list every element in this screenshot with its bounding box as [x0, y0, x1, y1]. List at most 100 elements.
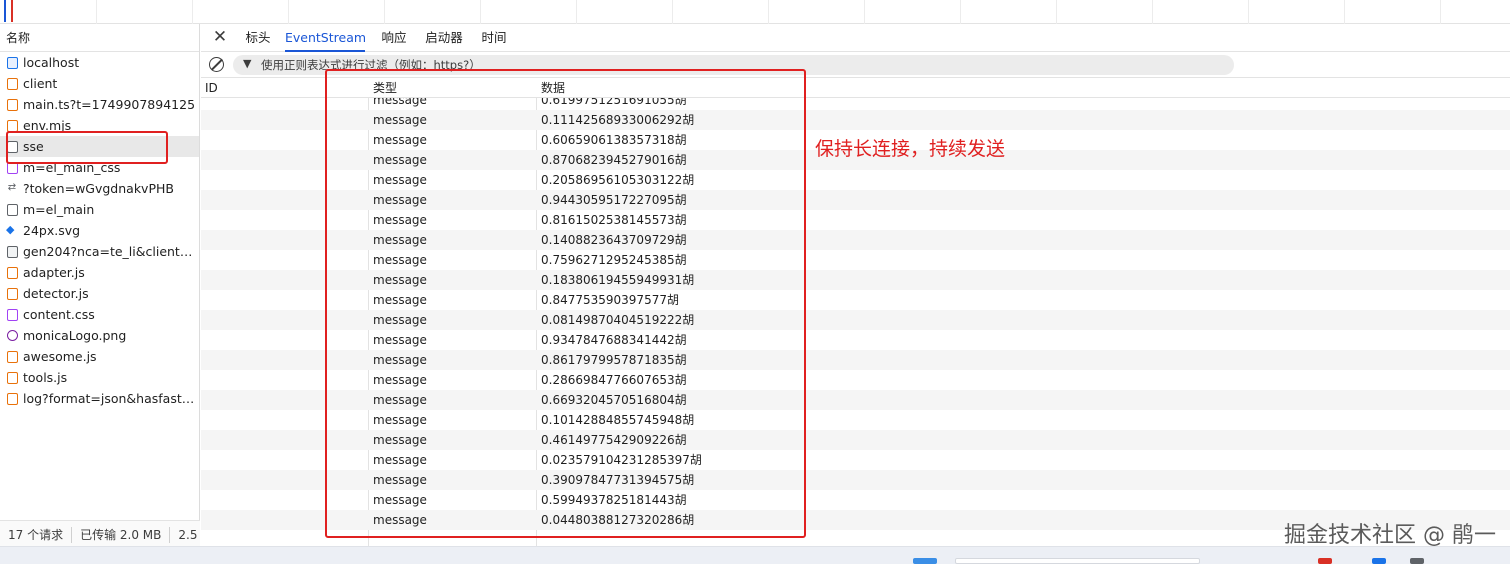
request-row[interactable]: m=el_main_css [0, 157, 199, 178]
event-row[interactable]: message 0.18380619455949931胡 [201, 270, 1510, 290]
event-row[interactable]: message 0.023579104231285397胡 [201, 450, 1510, 470]
filter-box[interactable]: ▼ [233, 55, 1234, 75]
event-data-cell: 0.6693204570516804胡 [541, 393, 687, 407]
request-row[interactable]: sse [0, 136, 199, 157]
tab-headers[interactable]: 标头 [241, 24, 275, 52]
request-name: m=el_main_css [23, 160, 121, 175]
clear-icon[interactable] [209, 57, 224, 72]
table-header: ID 类型 数据 [201, 78, 1510, 98]
request-name: log?format=json&hasfast=t... [23, 391, 199, 406]
tab-initiator[interactable]: 启动器 [421, 24, 467, 52]
event-type-cell: message [373, 493, 427, 507]
event-row[interactable]: message 0.6693204570516804胡 [201, 390, 1510, 410]
request-name: env.mjs [23, 118, 72, 133]
request-detail-panel: ✕ 标头 EventStream 响应 启动器 时间 ▼ message0.61… [201, 24, 1510, 546]
event-row[interactable]: message 0.5994937825181443胡 [201, 490, 1510, 510]
event-type-cell: message [373, 373, 427, 387]
request-row[interactable]: monicaLogo.png [0, 325, 199, 346]
event-type-cell: message [373, 313, 427, 327]
tab-eventstream[interactable]: EventStream [285, 24, 366, 52]
request-row[interactable]: awesome.js [0, 346, 199, 367]
taskbar-search-box[interactable] [955, 558, 1200, 564]
request-row[interactable]: ⇄ ?token=wGvgdnakvPHB [0, 178, 199, 199]
request-name: detector.js [23, 286, 89, 301]
event-data-cell: 0.023579104231285397胡 [541, 453, 702, 467]
tab-response[interactable]: 响应 [377, 24, 411, 52]
name-column-header[interactable]: 名称 [0, 24, 199, 52]
request-row[interactable]: detector.js [0, 283, 199, 304]
script-icon [7, 267, 18, 279]
request-row[interactable]: localhost [0, 52, 199, 73]
request-row[interactable]: tools.js [0, 367, 199, 388]
svg-image-icon: ◆ [6, 223, 15, 236]
timeline-grid-line [480, 0, 481, 24]
timeline-grid-line [288, 0, 289, 24]
event-data-cell: 0.11142568933006292胡 [541, 113, 695, 127]
timeline-grid-line [960, 0, 961, 24]
event-type-cell: message [373, 153, 427, 167]
event-type-cell: message [373, 453, 427, 467]
app-icon[interactable] [1318, 558, 1332, 564]
transferred-size: 已传输 2.0 MB [72, 526, 171, 543]
event-row[interactable]: message 0.08149870404519222胡 [201, 310, 1510, 330]
event-row[interactable]: message 0.8617979957871835胡 [201, 350, 1510, 370]
event-type-cell: message [373, 113, 427, 127]
tab-timing[interactable]: 时间 [477, 24, 511, 52]
event-row[interactable]: message 0.2866984776607653胡 [201, 370, 1510, 390]
dom-content-loaded-marker [4, 0, 6, 22]
request-row[interactable]: adapter.js [0, 262, 199, 283]
event-row[interactable]: message 0.9443059517227095胡 [201, 190, 1510, 210]
column-header-id[interactable]: ID [201, 78, 218, 98]
event-row[interactable]: message 0.4614977542909226胡 [201, 430, 1510, 450]
event-row[interactable]: message 0.7596271295245385胡 [201, 250, 1510, 270]
event-type-cell: message [373, 473, 427, 487]
request-name: content.css [23, 307, 95, 322]
network-summary-bar: 17 个请求 已传输 2.0 MB 2.5 [0, 520, 200, 546]
filter-funnel-icon: ▼ [243, 57, 252, 70]
request-row[interactable]: gen204?nca=te_li&client=t... [0, 241, 199, 262]
script-icon [7, 120, 18, 132]
request-row[interactable]: content.css [0, 304, 199, 325]
event-data-cell: 0.08149870404519222胡 [541, 313, 695, 327]
network-timeline-overview[interactable] [0, 0, 1510, 24]
event-data-cell: 0.8161502538145573胡 [541, 213, 687, 227]
app-icon[interactable] [1410, 558, 1424, 564]
event-row[interactable]: message 0.1408823643709729胡 [201, 230, 1510, 250]
event-data-cell: 0.9347847688341442胡 [541, 333, 687, 347]
event-data-cell: 0.5994937825181443胡 [541, 493, 687, 507]
app-icon[interactable] [1372, 558, 1386, 564]
watermark: 掘金技术社区 @ 鹃一 [1284, 523, 1496, 548]
event-row[interactable]: message 0.39097847731394575胡 [201, 470, 1510, 490]
request-row[interactable]: env.mjs [0, 115, 199, 136]
event-row[interactable]: message 0.20586956105303122胡 [201, 170, 1510, 190]
request-row[interactable]: client [0, 73, 199, 94]
event-data-cell: 0.4614977542909226胡 [541, 433, 687, 447]
filter-input[interactable] [261, 56, 1221, 74]
request-row[interactable]: main.ts?t=1749907894125 [0, 94, 199, 115]
request-row[interactable]: ◆ 24px.svg [0, 220, 199, 241]
request-name: awesome.js [23, 349, 97, 364]
event-row[interactable]: message 0.10142884855745948胡 [201, 410, 1510, 430]
script-icon [7, 393, 18, 405]
column-header-type[interactable]: 类型 [369, 78, 397, 98]
event-data-cell: 0.39097847731394575胡 [541, 473, 695, 487]
event-row[interactable]: message 0.8161502538145573胡 [201, 210, 1510, 230]
script-icon [7, 288, 18, 300]
event-data-cell: 0.18380619455949931胡 [541, 273, 695, 287]
event-type-cell: message [373, 393, 427, 407]
timeline-grid-line [96, 0, 97, 24]
column-header-data[interactable]: 数据 [537, 78, 565, 98]
start-icon[interactable] [913, 558, 937, 564]
request-row[interactable]: log?format=json&hasfast=t... [0, 388, 199, 409]
event-row[interactable]: message 0.9347847688341442胡 [201, 330, 1510, 350]
event-data-cell: 0.1408823643709729胡 [541, 233, 687, 247]
event-type-cell: message [373, 413, 427, 427]
request-list-panel: 名称 localhost client main.ts?t=174990789412… [0, 24, 200, 546]
blank-file-icon [7, 141, 18, 153]
close-icon[interactable]: ✕ [211, 28, 229, 46]
event-row[interactable]: message 0.847753590397577胡 [201, 290, 1510, 310]
timeline-grid-line [192, 0, 193, 24]
event-row[interactable]: message 0.11142568933006292胡 [201, 110, 1510, 130]
event-type-cell: message [373, 133, 427, 147]
request-row[interactable]: m=el_main [0, 199, 199, 220]
